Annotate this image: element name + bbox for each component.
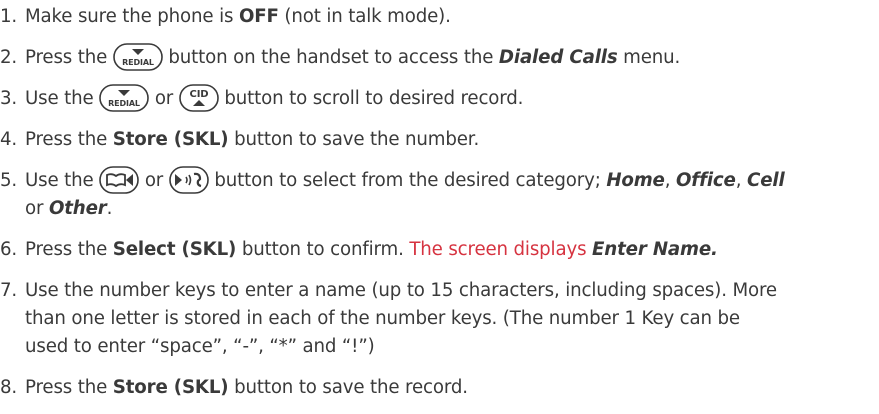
step-number: 8. [0, 377, 18, 398]
step-text: button to save the number. [228, 129, 480, 150]
redial-down-key-icon: REDIAL [99, 84, 150, 112]
step-5-continued: or Other. [25, 195, 112, 223]
step-number: 4. [0, 129, 18, 150]
step-7: 7. Use the number keys to enter a name (u… [0, 277, 777, 305]
emphasis-text: OFF [238, 6, 279, 27]
step-1: 1. Make sure the phone is OFF (not in tal… [0, 3, 451, 31]
step-7-line-2: than one letter is stored in each of the… [25, 305, 740, 333]
emphasis-text: Cell [747, 170, 785, 191]
step-7-line-3: used to enter “space”, “-”, “*” and “!”) [25, 333, 375, 361]
instruction-list: 1. Make sure the phone is OFF (not in tal… [0, 0, 879, 414]
step-text: button to select from the desired catego… [208, 170, 607, 191]
memo-right-key-icon [168, 166, 209, 194]
step-6: 6. Press the Select (SKL) button to confi… [0, 236, 718, 264]
step-number: 6. [0, 239, 18, 260]
step-text: button to confirm. [236, 239, 410, 260]
emphasis-text: Store (SKL) [112, 129, 229, 150]
emphasis-text: Home [606, 170, 665, 191]
step-text: Press the [25, 129, 113, 150]
step-text: Use the [25, 88, 100, 109]
step-text: Press the [25, 239, 113, 260]
step-text: menu. [617, 47, 681, 68]
redial-key-label: REDIAL [122, 58, 154, 67]
step-text: , [664, 170, 676, 191]
emphasis-text: Dialed Calls [498, 47, 618, 68]
step-4: 4. Press the Store (SKL) button to save t… [0, 126, 479, 154]
step-text: Press the [25, 47, 113, 68]
step-text: used to enter “space”, “-”, “*” and “!”) [25, 336, 375, 357]
step-text: button to save the record. [228, 377, 468, 398]
step-3: 3. Use the REDIAL or CID button to scroll… [0, 84, 524, 113]
step-text: . [106, 198, 113, 219]
redial-key-label: REDIAL [108, 99, 140, 108]
cid-up-key-icon: CID [178, 84, 219, 112]
step-text: Press the [25, 377, 113, 398]
emphasis-text: Select (SKL) [112, 239, 237, 260]
step-8: 8. Press the Store (SKL) button to save t… [0, 374, 468, 402]
step-number: 2. [0, 47, 18, 68]
step-text: Use the [25, 170, 100, 191]
step-number: 7. [0, 280, 18, 301]
phonebook-left-key-icon [99, 166, 140, 194]
step-text: button to scroll to desired record. [218, 88, 524, 109]
emphasis-text: Store (SKL) [112, 377, 229, 398]
step-text: button on the handset to access the [162, 47, 499, 68]
step-text: (not in talk mode). [278, 6, 451, 27]
step-text: than one letter is stored in each of the… [25, 308, 740, 329]
emphasis-text: Other [48, 198, 107, 219]
emphasis-text: Enter Name. [592, 239, 718, 260]
step-text: or [139, 170, 169, 191]
highlight-text: The screen displays [409, 239, 593, 260]
emphasis-text: Office [676, 170, 736, 191]
step-text: Make sure the phone is [25, 6, 239, 27]
step-text: or [149, 88, 179, 109]
step-number: 3. [0, 88, 18, 109]
step-number: 5. [0, 170, 18, 191]
step-number: 1. [0, 6, 18, 27]
step-text: Use the number keys to enter a name (up … [25, 280, 777, 301]
redial-down-key-icon: REDIAL [112, 43, 163, 71]
step-text: , [735, 170, 748, 191]
step-2: 2. Press the REDIAL button on the handset… [0, 43, 681, 72]
step-text: or [25, 198, 49, 219]
cid-key-label: CID [189, 89, 208, 100]
step-5: 5. Use the or button to select from the d… [0, 166, 785, 195]
